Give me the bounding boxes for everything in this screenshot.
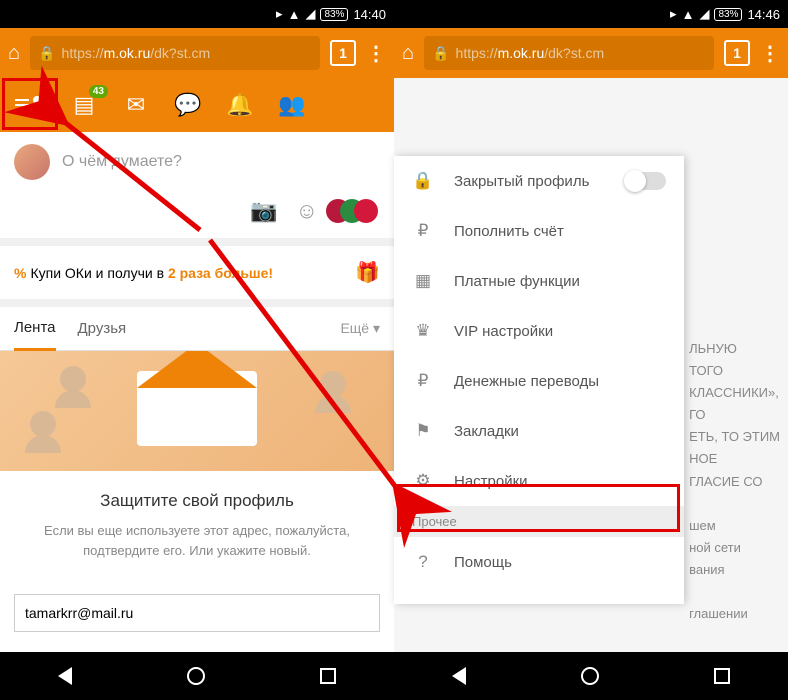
- nav-bar: [394, 652, 788, 700]
- help-icon: ?: [412, 552, 434, 572]
- menu-full-site[interactable]: 🖵Полная версия сайта: [394, 587, 684, 604]
- phone-right: ▸ ▲ ◢ 83% 14:46 ⌂ 🔒 https://m.ok.ru/dk?s…: [394, 0, 788, 700]
- browser-bar: ⌂ 🔒 https://m.ok.ru/dk?st.cm 1 ⋮: [394, 28, 788, 78]
- url-bar[interactable]: 🔒 https://m.ok.ru/dk?st.cm: [424, 36, 714, 70]
- clock: 14:46: [747, 7, 780, 22]
- nav-home[interactable]: [187, 667, 205, 685]
- tab-feed[interactable]: Лента: [14, 307, 56, 351]
- battery-icon: 83%: [714, 8, 742, 21]
- composer-placeholder: О чём думаете?: [62, 153, 182, 171]
- menu-transfer[interactable]: ₽Денежные переводы: [394, 356, 684, 406]
- nav-back[interactable]: [58, 667, 72, 685]
- nav-recent[interactable]: [714, 668, 730, 684]
- composer[interactable]: О чём думаете?: [0, 132, 394, 192]
- url-text: https://m.ok.ru/dk?st.cm: [456, 45, 605, 61]
- color-circles[interactable]: [336, 199, 378, 223]
- bluetooth-icon: ▸: [670, 6, 677, 22]
- discussions-icon[interactable]: 💬: [162, 79, 214, 131]
- promo-text: %Купи ОКи и получи в 2 раза больше!: [14, 265, 355, 281]
- menu-settings[interactable]: ⚙Настройки: [394, 456, 684, 506]
- background-text: ЛЬНУЮТОГОКЛАССНИКИ»,ГОЕТЬ, ТО ЭТИМНОЕГЛА…: [689, 338, 780, 625]
- browser-bar: ⌂ 🔒 https://m.ok.ru/dk?st.cm 1 ⋮: [0, 28, 394, 78]
- toggle[interactable]: [626, 172, 666, 190]
- tab-count[interactable]: 1: [724, 40, 750, 66]
- menu-private-profile[interactable]: 🔒Закрытый профиль: [394, 156, 684, 206]
- protect-body: Если вы еще используете этот адрес, пожа…: [24, 521, 370, 560]
- nav-back[interactable]: [452, 667, 466, 685]
- menu-bookmarks[interactable]: ⚑Закладки: [394, 406, 684, 456]
- url-bar[interactable]: 🔒 https://m.ok.ru/dk?st.cm: [30, 36, 320, 70]
- ruble-icon: ₽: [412, 221, 434, 241]
- signal-icon: ◢: [699, 6, 709, 22]
- status-bar: ▸ ▲ ◢ 83% 14:46: [394, 0, 788, 28]
- currency-icon: ₽: [412, 371, 434, 391]
- menu-topup[interactable]: ₽Пополнить счёт: [394, 206, 684, 256]
- menu-vip[interactable]: ♛VIP настройки: [394, 306, 684, 356]
- feed-tabs: Лента Друзья Ещё ▾: [0, 307, 394, 351]
- bookmark-icon: ⚑: [412, 421, 434, 441]
- home-icon[interactable]: ⌂: [402, 42, 414, 65]
- badge: 43: [89, 85, 108, 98]
- avatar[interactable]: [14, 144, 50, 180]
- app-bar: ▤43 ✉ 💬 🔔 👥: [0, 78, 394, 132]
- tab-count[interactable]: 1: [330, 40, 356, 66]
- friends-icon[interactable]: 👥: [266, 79, 318, 131]
- composer-actions: 📷 ☺: [0, 192, 394, 246]
- nav-home[interactable]: [581, 667, 599, 685]
- envelope-icon: [137, 371, 257, 446]
- nav-bar: [0, 652, 394, 700]
- bluetooth-icon: ▸: [276, 6, 283, 22]
- gear-icon: ⚙: [412, 471, 434, 491]
- nav-recent[interactable]: [320, 668, 336, 684]
- messages-icon[interactable]: ✉: [110, 79, 162, 131]
- battery-icon: 83%: [320, 8, 348, 21]
- more-icon[interactable]: ⋮: [760, 41, 780, 66]
- menu-paid[interactable]: ▦Платные функции: [394, 256, 684, 306]
- home-icon[interactable]: ⌂: [8, 42, 20, 65]
- tab-friends[interactable]: Друзья: [78, 308, 127, 349]
- wallet-icon: ▦: [412, 271, 434, 291]
- percent-icon: %: [14, 265, 26, 281]
- lock-icon: 🔒: [432, 45, 449, 62]
- wifi-icon: ▲: [288, 7, 301, 22]
- promo-banner[interactable]: %Купи ОКи и получи в 2 раза больше! 🎁: [0, 246, 394, 307]
- feed-icon[interactable]: ▤43: [58, 79, 110, 131]
- protect-card: Защитите свой профиль Если вы еще исполь…: [0, 471, 394, 580]
- menu-help[interactable]: ?Помощь: [394, 537, 684, 587]
- camera-icon[interactable]: 📷: [250, 198, 277, 224]
- online-dot: [42, 87, 52, 97]
- lock-icon: 🔒: [38, 45, 55, 62]
- phone-left: ▸ ▲ ◢ 83% 14:40 ⌂ 🔒 https://m.ok.ru/dk?s…: [0, 0, 394, 700]
- notifications-icon[interactable]: 🔔: [214, 79, 266, 131]
- status-bar: ▸ ▲ ◢ 83% 14:40: [0, 0, 394, 28]
- tab-more[interactable]: Ещё ▾: [340, 320, 380, 337]
- signal-icon: ◢: [305, 6, 315, 22]
- menu-section-other: Прочее: [394, 506, 684, 537]
- wifi-icon: ▲: [682, 7, 695, 22]
- crown-icon: ♛: [412, 321, 434, 341]
- clock: 14:40: [353, 7, 386, 22]
- menu-button[interactable]: [6, 79, 58, 131]
- url-text: https://m.ok.ru/dk?st.cm: [62, 45, 211, 61]
- gift-icon[interactable]: 🎁: [355, 260, 380, 285]
- side-menu: 🔒Закрытый профиль ₽Пополнить счёт ▦Платн…: [394, 156, 684, 604]
- protect-title: Защитите свой профиль: [24, 491, 370, 511]
- emoji-icon[interactable]: ☺: [296, 198, 318, 224]
- more-icon[interactable]: ⋮: [366, 41, 386, 66]
- email-input[interactable]: tamarkrr@mail.ru: [14, 594, 380, 632]
- protect-banner: [0, 351, 394, 471]
- lock-icon: 🔒: [412, 171, 434, 191]
- monitor-icon: 🖵: [412, 602, 434, 604]
